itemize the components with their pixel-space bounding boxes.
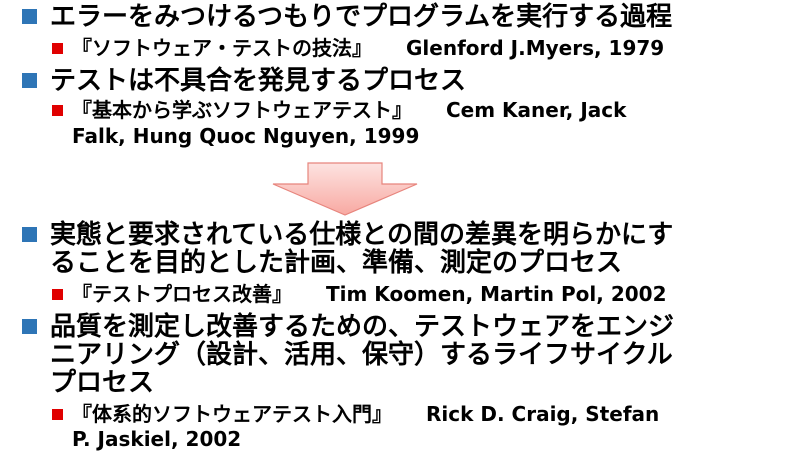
bullet-text: エラーをみつけるつもりでプログラムを実行する過程 [50, 2, 673, 32]
bullet-text-continued: ることを目的とした計画、準備、測定のプロセス [50, 248, 623, 278]
source-authors-continued: P. Jaskiel, 2002 [72, 427, 242, 451]
square-bullet-icon [22, 73, 37, 88]
sub-bullet-text: 『体系的ソフトウェアテスト入門』 Rick D. Craig, Stefan [72, 402, 659, 427]
bullet-text: テストは不具合を発見するプロセス [50, 66, 467, 96]
square-bullet-icon [22, 227, 37, 242]
source-authors: Tim Koomen, Martin Pol, 2002 [326, 282, 667, 306]
square-bullet-icon [52, 289, 63, 300]
source-title: 『体系的ソフトウェアテスト入門』 [72, 402, 392, 426]
bullet-text: 品質を測定し改善するための、テストウェアをエンジ [50, 312, 675, 342]
slide: エラーをみつけるつもりでプログラムを実行する過程 『ソフトウェア・テストの技法』… [0, 0, 794, 456]
square-bullet-icon [52, 43, 63, 54]
bullet-text: 実態と要求されている仕様との間の差異を明らかにす [50, 220, 674, 250]
source-authors-continued: Falk, Hung Quoc Nguyen, 1999 [72, 124, 420, 148]
source-authors: Rick D. Craig, Stefan [426, 402, 660, 426]
down-arrow-icon [272, 162, 418, 216]
source-title: 『テストプロセス改善』 [72, 282, 292, 306]
bullet-text-continued: プロセス [50, 368, 155, 398]
sub-bullet-text: 『基本から学ぶソフトウェアテスト』 Cem Kaner, Jack [72, 98, 626, 123]
source-authors: Cem Kaner, Jack [446, 98, 627, 122]
source-title: 『ソフトウェア・テストの技法』 [72, 36, 372, 60]
source-authors: Glenford J.Myers, 1979 [406, 36, 665, 60]
square-bullet-icon [52, 409, 63, 420]
sub-bullet-text: 『テストプロセス改善』 Tim Koomen, Martin Pol, 2002 [72, 282, 667, 307]
square-bullet-icon [22, 9, 37, 24]
square-bullet-icon [22, 319, 37, 334]
source-title: 『基本から学ぶソフトウェアテスト』 [72, 98, 412, 122]
square-bullet-icon [52, 105, 63, 116]
bullet-text-continued: ニアリング（設計、活用、保守）するライフサイクル [50, 340, 673, 370]
sub-bullet-text: 『ソフトウェア・テストの技法』 Glenford J.Myers, 1979 [72, 36, 664, 61]
